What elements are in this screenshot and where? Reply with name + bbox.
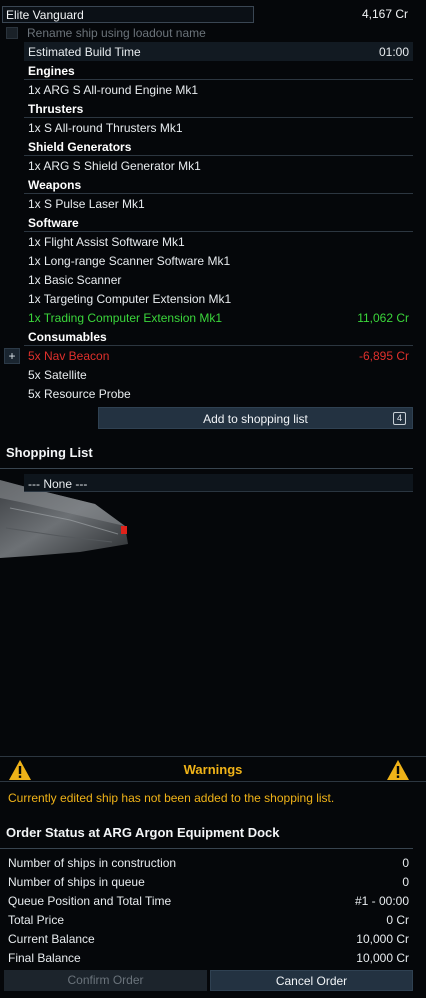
keyboard-hint-icon: 4: [393, 412, 406, 425]
section-consumables: Consumables: [24, 327, 413, 346]
list-item-resource-probe[interactable]: 5x Resource Probe: [24, 384, 413, 403]
list-item-software[interactable]: 1x Targeting Computer Extension Mk1: [24, 289, 413, 308]
build-time-row: Estimated Build Time 01:00: [24, 42, 413, 61]
section-shields: Shield Generators: [24, 137, 413, 156]
add-consumable-button[interactable]: +: [4, 348, 20, 364]
item-label: 1x Targeting Computer Extension Mk1: [28, 292, 232, 306]
ship-price: 4,167 Cr: [361, 7, 408, 21]
section-label: Consumables: [28, 330, 107, 344]
section-engines: Engines: [24, 61, 413, 80]
status-label: Queue Position and Total Time: [8, 894, 172, 908]
rename-option: Rename ship using loadout name: [0, 24, 426, 43]
button-label: Add to shopping list: [203, 412, 308, 426]
item-price: -6,895 Cr: [358, 349, 409, 363]
status-label: Final Balance: [8, 951, 81, 965]
status-row-total-price: Total Price 0 Cr: [4, 910, 413, 929]
section-weapons: Weapons: [24, 175, 413, 194]
item-price: 11,062 Cr: [357, 311, 409, 325]
ship-name-row: 4,167 Cr: [0, 4, 426, 24]
ship-configuration-panel: 4,167 Cr Rename ship using loadout name …: [0, 0, 426, 998]
item-label: 5x Resource Probe: [28, 387, 131, 401]
item-label: 1x S All-round Thrusters Mk1: [28, 121, 183, 135]
status-value: 0: [402, 875, 409, 889]
status-label: Current Balance: [8, 932, 95, 946]
rename-checkbox[interactable]: [6, 27, 18, 39]
status-row-construction: Number of ships in construction 0: [4, 853, 413, 872]
section-label: Shield Generators: [28, 140, 132, 154]
item-label: 1x ARG S Shield Generator Mk1: [28, 159, 201, 173]
warnings-header: Warnings: [0, 756, 426, 782]
section-software: Software: [24, 213, 413, 232]
status-row-current-balance: Current Balance 10,000 Cr: [4, 929, 413, 948]
status-value: 0 Cr: [386, 913, 409, 927]
item-label: 5x Satellite: [28, 368, 87, 382]
item-label: 1x ARG S All-round Engine Mk1: [28, 83, 199, 97]
build-time-label: Estimated Build Time: [28, 45, 141, 59]
section-label: Weapons: [28, 178, 82, 192]
item-label: 1x Trading Computer Extension Mk1: [28, 311, 223, 325]
order-status-title: Order Status at ARG Argon Equipment Dock: [6, 825, 280, 840]
status-value: 10,000 Cr: [356, 951, 409, 965]
list-item-nav-beacon[interactable]: 5x Nav Beacon -6,895 Cr: [24, 346, 413, 365]
list-item-satellite[interactable]: 5x Satellite: [24, 365, 413, 384]
list-item-software[interactable]: 1x Long-range Scanner Software Mk1: [24, 251, 413, 270]
shopping-list-title: Shopping List: [6, 445, 93, 460]
cancel-order-button[interactable]: Cancel Order: [210, 970, 413, 991]
item-label: 1x Long-range Scanner Software Mk1: [28, 254, 231, 268]
status-row-queue: Number of ships in queue 0: [4, 872, 413, 891]
list-item-weapon[interactable]: 1x S Pulse Laser Mk1: [24, 194, 413, 213]
item-label: 1x S Pulse Laser Mk1: [28, 197, 145, 211]
item-label: 5x Nav Beacon: [28, 349, 110, 363]
list-item-shield[interactable]: 1x ARG S Shield Generator Mk1: [24, 156, 413, 175]
list-item-thruster[interactable]: 1x S All-round Thrusters Mk1: [24, 118, 413, 137]
section-label: Thrusters: [28, 102, 84, 116]
add-to-shopping-list-button[interactable]: Add to shopping list 4: [98, 407, 413, 429]
list-item-trading-extension[interactable]: 1x Trading Computer Extension Mk1 11,062…: [24, 308, 413, 327]
status-label: Number of ships in queue: [8, 875, 145, 889]
status-value: 10,000 Cr: [356, 932, 409, 946]
list-item-software[interactable]: 1x Basic Scanner: [24, 270, 413, 289]
status-label: Total Price: [8, 913, 65, 927]
rename-label: Rename ship using loadout name: [27, 26, 206, 40]
item-label: 1x Flight Assist Software Mk1: [28, 235, 185, 249]
divider: [0, 848, 413, 849]
ship-name-input[interactable]: [2, 6, 254, 23]
status-label: Number of ships in construction: [8, 856, 177, 870]
warning-icon: [387, 760, 409, 780]
confirm-order-button[interactable]: Confirm Order: [4, 970, 207, 991]
status-value: #1 - 00:00: [354, 894, 409, 908]
list-item-engine[interactable]: 1x ARG S All-round Engine Mk1: [24, 80, 413, 99]
warning-message: Currently edited ship has not been added…: [8, 791, 335, 805]
item-label: 1x Basic Scanner: [28, 273, 122, 287]
list-item-software[interactable]: 1x Flight Assist Software Mk1: [24, 232, 413, 251]
section-thrusters: Thrusters: [24, 99, 413, 118]
section-label: Engines: [28, 64, 75, 78]
section-label: Software: [28, 216, 79, 230]
shopping-list-empty: --- None ---: [24, 474, 413, 492]
none-label: --- None ---: [28, 477, 88, 491]
status-row-queue-position: Queue Position and Total Time #1 - 00:00: [4, 891, 413, 910]
build-time-value: 01:00: [378, 45, 409, 59]
warnings-title: Warnings: [183, 762, 243, 777]
status-value: 0: [402, 856, 409, 870]
status-row-final-balance: Final Balance 10,000 Cr: [4, 948, 413, 967]
